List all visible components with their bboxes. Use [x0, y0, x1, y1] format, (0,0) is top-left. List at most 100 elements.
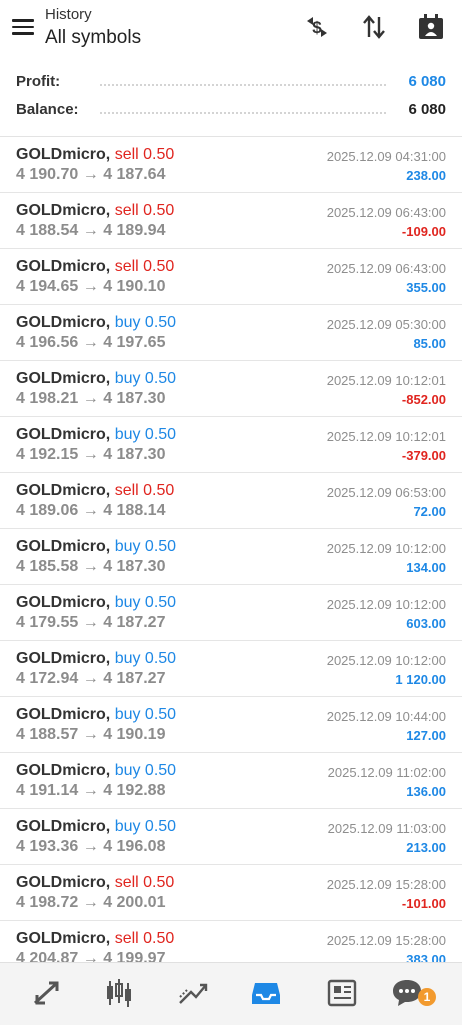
quotes-icon[interactable]: [29, 975, 65, 1011]
trade-title: GOLDmicro, buy 0.50: [16, 426, 176, 444]
trade-prices: 4 189.06 → 4 188.14: [16, 502, 165, 520]
arrow-icon: →: [82, 222, 99, 239]
trade-row[interactable]: GOLDmicro, buy 0.50 4 185.58 → 4 187.30 20…: [0, 529, 462, 585]
trade-title: GOLDmicro, sell 0.50: [16, 930, 174, 948]
close-price: 4 187.27: [103, 614, 166, 631]
trade-time: 2025.12.09 15:28:00: [326, 877, 446, 892]
chat-notification-badge: 1: [418, 988, 436, 1006]
trade-symbol: GOLDmicro,: [16, 874, 111, 891]
trade-profit: 603.00: [406, 616, 446, 631]
open-price: 4 189.06: [16, 502, 79, 519]
section-title: History: [45, 6, 92, 23]
open-price: 4 185.58: [16, 558, 79, 575]
trade-row[interactable]: GOLDmicro, buy 0.50 4 193.36 → 4 196.08 20…: [0, 809, 462, 865]
trade-row[interactable]: GOLDmicro, buy 0.50 4 192.15 → 4 187.30 20…: [0, 417, 462, 473]
trade-prices: 4 191.14 → 4 192.88: [16, 782, 165, 800]
trade-time: 2025.12.09 10:12:01: [326, 373, 446, 388]
trade-prices: 4 198.21 → 4 187.30: [16, 390, 165, 408]
trade-symbol: GOLDmicro,: [16, 706, 111, 723]
close-price: 4 192.88: [103, 782, 166, 799]
trade-side: sell 0.50: [114, 874, 175, 891]
trade-title: GOLDmicro, buy 0.50: [16, 314, 176, 332]
open-price: 4 194.65: [16, 278, 79, 295]
trade-title: GOLDmicro, buy 0.50: [16, 762, 176, 780]
trade-row[interactable]: GOLDmicro, buy 0.50 4 198.21 → 4 187.30 20…: [0, 361, 462, 417]
close-price: 4 197.65: [103, 334, 166, 351]
open-price: 4 192.15: [16, 446, 79, 463]
close-price: 4 190.10: [103, 278, 166, 295]
trade-side: sell 0.50: [114, 258, 175, 275]
arrow-icon: →: [82, 614, 99, 631]
sort-icon[interactable]: [359, 12, 389, 42]
trade-profit: -101.00: [401, 896, 446, 911]
trade-title: GOLDmicro, sell 0.50: [16, 202, 174, 220]
trade-icon[interactable]: [175, 975, 211, 1011]
open-price: 4 172.94: [16, 670, 79, 687]
currency-exchange-icon[interactable]: $: [302, 12, 332, 42]
dotted-leader: [100, 112, 386, 114]
open-price: 4 198.72: [16, 894, 79, 911]
news-icon[interactable]: [324, 975, 360, 1011]
trade-time: 2025.12.09 11:02:00: [327, 765, 446, 780]
arrow-icon: →: [82, 894, 99, 911]
trade-row[interactable]: GOLDmicro, buy 0.50 4 191.14 → 4 192.88 20…: [0, 753, 462, 809]
close-price: 4 196.08: [103, 838, 166, 855]
trade-symbol: GOLDmicro,: [16, 538, 111, 555]
trade-symbol: GOLDmicro,: [16, 818, 111, 835]
arrow-icon: →: [82, 390, 99, 407]
trade-title: GOLDmicro, sell 0.50: [16, 482, 174, 500]
arrow-icon: →: [82, 278, 99, 295]
trade-row[interactable]: GOLDmicro, sell 0.50 4 189.06 → 4 188.14 2…: [0, 473, 462, 529]
trade-side: buy 0.50: [114, 314, 177, 331]
trade-symbol: GOLDmicro,: [16, 650, 111, 667]
close-price: 4 187.64: [103, 166, 166, 183]
symbol-filter[interactable]: All symbols: [45, 27, 141, 49]
trade-row[interactable]: GOLDmicro, sell 0.50 4 188.54 → 4 189.94 2…: [0, 193, 462, 249]
trade-symbol: GOLDmicro,: [16, 482, 111, 499]
close-price: 4 187.27: [103, 670, 166, 687]
trade-side: buy 0.50: [114, 538, 177, 555]
svg-text:$: $: [312, 18, 322, 37]
trade-prices: 4 185.58 → 4 187.30: [16, 558, 165, 576]
trade-row[interactable]: GOLDmicro, sell 0.50 4 194.65 → 4 190.10 2…: [0, 249, 462, 305]
trade-profit: 1 120.00: [395, 672, 446, 687]
arrow-icon: →: [82, 670, 99, 687]
trade-side: buy 0.50: [114, 706, 177, 723]
trade-side: sell 0.50: [114, 930, 175, 947]
trade-symbol: GOLDmicro,: [16, 426, 111, 443]
close-price: 4 200.01: [103, 894, 166, 911]
chart-icon[interactable]: [101, 975, 137, 1011]
trade-title: GOLDmicro, buy 0.50: [16, 594, 176, 612]
arrow-icon: →: [82, 782, 99, 799]
trade-row[interactable]: GOLDmicro, buy 0.50 4 188.57 → 4 190.19 20…: [0, 697, 462, 753]
trade-row[interactable]: GOLDmicro, sell 0.50 4 198.72 → 4 200.01 2…: [0, 865, 462, 921]
close-price: 4 189.94: [103, 222, 166, 239]
trade-title: GOLDmicro, sell 0.50: [16, 146, 174, 164]
menu-button[interactable]: [10, 16, 36, 38]
open-price: 4 188.54: [16, 222, 79, 239]
trade-title: GOLDmicro, sell 0.50: [16, 874, 174, 892]
trade-time: 2025.12.09 06:43:00: [326, 261, 446, 276]
trade-prices: 4 198.72 → 4 200.01: [16, 894, 165, 912]
trade-profit: 127.00: [406, 728, 446, 743]
trade-symbol: GOLDmicro,: [16, 146, 111, 163]
trade-profit: 213.00: [406, 840, 446, 855]
trade-row[interactable]: GOLDmicro, buy 0.50 4 179.55 → 4 187.27 20…: [0, 585, 462, 641]
trade-symbol: GOLDmicro,: [16, 258, 111, 275]
trade-profit: 72.00: [413, 504, 446, 519]
arrow-icon: →: [82, 726, 99, 743]
trade-time: 2025.12.09 10:12:00: [326, 597, 446, 612]
trade-time: 2025.12.09 06:53:00: [326, 485, 446, 500]
trade-prices: 4 194.65 → 4 190.10: [16, 278, 165, 296]
history-icon[interactable]: [248, 975, 284, 1011]
open-price: 4 191.14: [16, 782, 79, 799]
trade-row[interactable]: GOLDmicro, buy 0.50 4 196.56 → 4 197.65 20…: [0, 305, 462, 361]
calendar-icon[interactable]: [416, 12, 446, 42]
trade-row[interactable]: GOLDmicro, buy 0.50 4 172.94 → 4 187.27 20…: [0, 641, 462, 697]
trade-prices: 4 192.15 → 4 187.30: [16, 446, 165, 464]
trade-side: buy 0.50: [114, 594, 177, 611]
trade-row[interactable]: GOLDmicro, sell 0.50 4 190.70 → 4 187.64 2…: [0, 137, 462, 193]
trade-title: GOLDmicro, buy 0.50: [16, 370, 176, 388]
close-price: 4 187.30: [103, 390, 166, 407]
trade-history-list[interactable]: GOLDmicro, sell 0.50 4 190.70 → 4 187.64 2…: [0, 137, 462, 977]
